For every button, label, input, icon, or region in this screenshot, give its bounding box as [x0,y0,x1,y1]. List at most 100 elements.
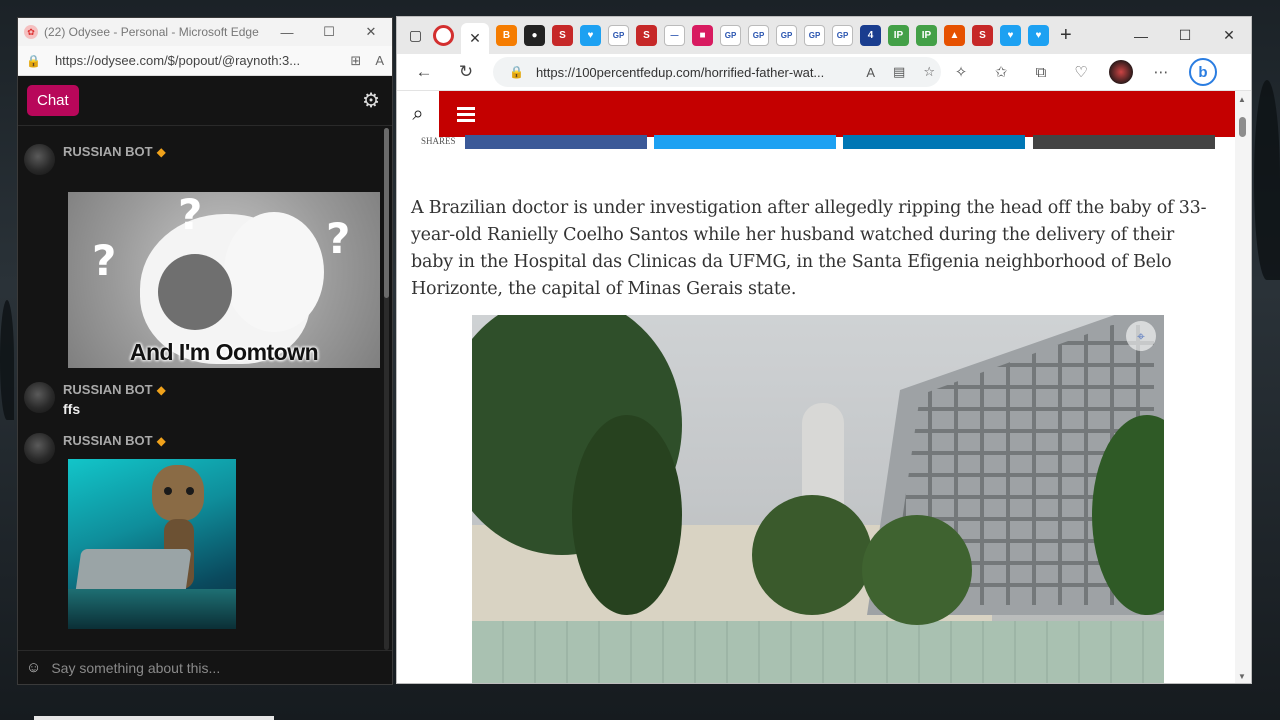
tab-active-close-icon[interactable]: ✕ [461,23,489,54]
maximize-icon[interactable]: ☐ [308,18,350,46]
chat-image-oomtown[interactable]: ? ? ? And I'm Oomtown [68,192,380,368]
gear-icon[interactable]: ⚙ [362,88,380,113]
tab-s-icon[interactable]: S [636,25,657,46]
edge-window: ▢ ✕ B ● S ♥ GP S — ■ GP GP GP GP GP 4 IP IP ▲ S ♥ ♥ + — ☐ ✕ ←… [396,16,1252,684]
more-menu-icon[interactable]: ⋯ [1141,63,1181,81]
tab-ip-icon[interactable]: IP [888,25,909,46]
browser-essentials-icon[interactable]: ♡ [1061,63,1101,81]
tab-s-icon[interactable]: S [552,25,573,46]
avatar[interactable] [24,433,55,464]
navigation-bar: ← ↻ 🔒 https://100percentfedup.com/horrif… [397,54,1251,91]
chat-input[interactable] [51,659,352,676]
chat-author[interactable]: RUSSIAN BOT ◆ [63,382,166,397]
tab-gp-icon[interactable]: GP [720,25,741,46]
new-tab-icon[interactable]: + [1060,24,1072,47]
supporter-badge-icon: ◆ [156,145,166,159]
emoji-icon[interactable]: ☺ [26,659,41,676]
visual-search-icon[interactable]: ⌖ [1126,321,1156,351]
chat-header: Chat ⚙ [18,76,392,126]
image-wall [472,621,1164,683]
tab-twitter-icon[interactable]: ♥ [580,25,601,46]
favorites-icon[interactable]: ✩ [981,63,1021,81]
tab-twitter-icon[interactable]: ♥ [1028,25,1049,46]
back-icon[interactable]: ← [409,62,439,82]
meme-caption: And I'm Oomtown [129,339,319,365]
twitter-share-button[interactable] [654,135,836,149]
chat-author[interactable]: RUSSIAN BOT ◆ [63,144,166,159]
facebook-share-button[interactable] [465,135,647,149]
tab-hat-icon[interactable]: ▲ [944,25,965,46]
avatar[interactable] [24,144,55,175]
email-share-button[interactable] [1033,135,1215,149]
profile-avatar[interactable] [1109,60,1133,84]
groot-head [152,465,204,521]
chat-message: RUSSIAN BOT ◆ ? ? ? And I'm Oomtown [24,144,384,374]
tab-mask-icon[interactable]: ● [524,25,545,46]
scroll-up-icon[interactable]: ▲ [1238,95,1246,104]
page-scrollbar-thumb[interactable] [1239,117,1246,137]
chat-message-text: ffs [63,401,81,417]
odysee-window-title: (22) Odysee - Personal - Microsoft Edge [44,25,259,39]
tab-gp-icon[interactable]: GP [804,25,825,46]
tab-ip-icon[interactable]: IP [916,25,937,46]
chat-tab[interactable]: Chat [27,85,79,116]
shares-label: SHARES [421,136,456,146]
supporter-badge-icon: ◆ [156,383,166,397]
address-bar[interactable]: 🔒 https://100percentfedup.com/horrified-… [493,57,941,87]
lock-icon: 🔒 [509,65,524,79]
linkedin-share-button[interactable] [843,135,1025,149]
article-image-hospital[interactable]: ⌖ [472,315,1164,683]
app-grid-icon[interactable]: ⊞ [350,53,361,69]
minimize-icon[interactable]: — [266,18,308,46]
close-icon[interactable]: ✕ [350,18,392,46]
collections-icon[interactable]: ⧉ [1021,64,1061,81]
groot-water [68,589,236,629]
odysee-title-bar: ✿ (22) Odysee - Personal - Microsoft Edg… [18,18,392,46]
image-tree [862,515,972,625]
hamburger-menu-icon[interactable] [457,104,475,125]
bing-copilot-icon[interactable]: b [1189,58,1217,86]
tab-gp-icon[interactable]: GP [776,25,797,46]
tab-twitter-icon[interactable]: ♥ [1000,25,1021,46]
tab-gp-icon[interactable]: GP [608,25,629,46]
maximize-icon[interactable]: ☐ [1163,27,1207,44]
tab-gp-icon[interactable]: GP [748,25,769,46]
search-icon[interactable]: ⌕ [397,91,439,137]
question-mark-icon: ? [326,214,351,263]
read-aloud-icon[interactable]: A [375,53,384,68]
odysee-address-bar[interactable]: 🔒 https://odysee.com/$/popout/@raynoth:3… [18,46,392,76]
read-aloud-icon[interactable]: A [866,65,875,80]
tab-square-icon[interactable]: ■ [692,25,713,46]
tab-blogger-icon[interactable]: B [496,25,517,46]
chat-message: RUSSIAN BOT ◆ [24,433,384,633]
page-scrollbar[interactable]: ▲ ▼ [1235,91,1251,683]
avatar[interactable] [24,382,55,413]
tab-bar-icon[interactable]: — [664,25,685,46]
extensions-icon[interactable]: ✧ [941,63,981,81]
page-viewport: ⌕ SHARES A Brazilian doctor is under inv… [397,91,1237,683]
wallpaper-shape [0,300,14,420]
page-url[interactable]: https://100percentfedup.com/horrified-fa… [536,65,854,80]
chat-message: RUSSIAN BOT ◆ ffs [24,382,384,422]
tab-s-icon[interactable]: S [972,25,993,46]
refresh-icon[interactable]: ↻ [451,62,481,82]
odysee-favicon-icon: ✿ [24,25,38,39]
tab-gp-icon[interactable]: GP [832,25,853,46]
tab-record-icon[interactable] [433,25,454,46]
add-favorite-icon[interactable]: ☆ [923,64,935,80]
close-icon[interactable]: ✕ [1207,27,1251,44]
odysee-url[interactable]: https://odysee.com/$/popout/@raynoth:3..… [55,53,336,68]
wallpaper-shape [1254,80,1280,280]
scroll-down-icon[interactable]: ▼ [1238,672,1246,681]
groot-eye [164,487,172,495]
chat-image-groot[interactable] [68,459,236,629]
chat-author[interactable]: RUSSIAN BOT ◆ [63,433,166,448]
tab-actions-icon[interactable]: ▢ [405,25,426,46]
share-bar: SHARES [397,135,1237,151]
chat-input-bar: ☺ [18,650,392,684]
tab-flag-icon[interactable]: 4 [860,25,881,46]
minimize-icon[interactable]: — [1119,28,1163,44]
window-controls: — ☐ ✕ [1119,17,1251,54]
chat-scrollbar-thumb[interactable] [384,128,389,298]
immersive-reader-icon[interactable]: ▤ [893,64,905,80]
